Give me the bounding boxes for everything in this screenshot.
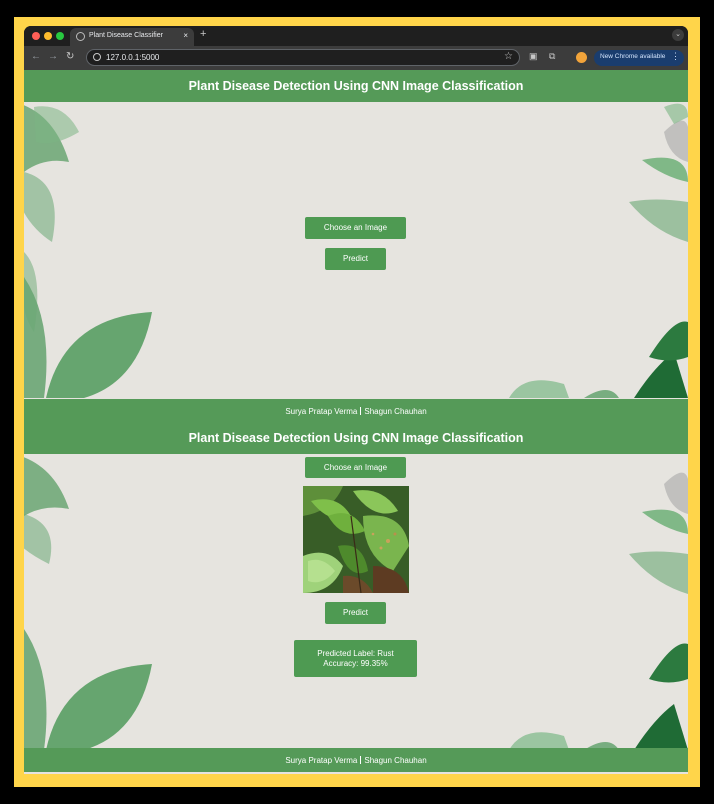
browser-window: Plant Disease Classifier × + ⌄ ← → ↻ 127… (24, 26, 688, 774)
page-header: Plant Disease Detection Using CNN Image … (24, 70, 688, 102)
globe-icon (76, 32, 85, 41)
choose-image-button[interactable]: Choose an Image (305, 457, 406, 478)
uploaded-leaf-image (303, 486, 409, 593)
new-chrome-available-button[interactable]: New Chrome available ⋮ (594, 50, 684, 66)
author-separator (360, 756, 362, 764)
author-name: Shagun Chauhan (364, 407, 427, 416)
predict-button[interactable]: Predict (325, 602, 386, 624)
tab-plant-disease-classifier[interactable]: Plant Disease Classifier × (70, 28, 194, 46)
predicted-label-text: Predicted Label: Rust (317, 649, 394, 658)
page-footer: Surya Pratap Verma Shagun Chauhan (24, 399, 688, 422)
reload-icon[interactable]: ↻ (66, 51, 74, 62)
predict-button[interactable]: Predict (325, 248, 386, 270)
bookmark-star-icon[interactable]: ☆ (504, 51, 513, 62)
author-separator (360, 407, 362, 415)
browser-toolbar: ← → ↻ 127.0.0.1:5000 ☆ ▣ ⧉ New Chrome av… (24, 46, 688, 70)
page-prediction-state: Plant Disease Detection Using CNN Image … (24, 422, 688, 774)
page-initial-state: Plant Disease Detection Using CNN Image … (24, 70, 688, 422)
close-tab-icon[interactable]: × (183, 31, 188, 40)
new-tab-button[interactable]: + (200, 28, 206, 40)
tab-bar: Plant Disease Classifier × + ⌄ (24, 26, 688, 46)
forward-arrow-icon[interactable]: → (48, 51, 58, 62)
extensions-icon[interactable]: ⧉ (549, 51, 555, 62)
page-footer: Surya Pratap Verma Shagun Chauhan (24, 748, 688, 772)
page-title: Plant Disease Detection Using CNN Image … (188, 431, 524, 445)
zoom-window-button[interactable] (56, 32, 64, 40)
page-viewport: Plant Disease Detection Using CNN Image … (24, 70, 688, 774)
author-name: Surya Pratap Verma (285, 407, 358, 416)
accuracy-text: Accuracy: 99.35% (323, 659, 388, 668)
address-bar[interactable]: 127.0.0.1:5000 ☆ (86, 49, 520, 66)
prediction-result-box: Predicted Label: Rust Accuracy: 99.35% (294, 640, 417, 677)
tab-title: Plant Disease Classifier (89, 32, 163, 39)
close-window-button[interactable] (32, 32, 40, 40)
tab-search-button[interactable]: ⌄ (672, 29, 684, 41)
url-text: 127.0.0.1:5000 (106, 53, 160, 62)
page-header: Plant Disease Detection Using CNN Image … (24, 422, 688, 454)
choose-image-button[interactable]: Choose an Image (305, 217, 406, 239)
author-name: Surya Pratap Verma (285, 756, 358, 765)
authors-credit: Surya Pratap Verma Shagun Chauhan (24, 407, 688, 416)
authors-credit: Surya Pratap Verma Shagun Chauhan (24, 756, 688, 765)
site-info-icon[interactable] (93, 53, 101, 61)
minimize-window-button[interactable] (44, 32, 52, 40)
page-title: Plant Disease Detection Using CNN Image … (188, 79, 524, 93)
update-button-label: New Chrome available (600, 53, 666, 60)
profile-avatar[interactable] (576, 52, 587, 63)
more-menu-icon[interactable]: ⋮ (671, 51, 680, 62)
author-name: Shagun Chauhan (364, 756, 427, 765)
back-arrow-icon[interactable]: ← (31, 51, 41, 62)
sidebar-icon[interactable]: ▣ (529, 51, 538, 62)
